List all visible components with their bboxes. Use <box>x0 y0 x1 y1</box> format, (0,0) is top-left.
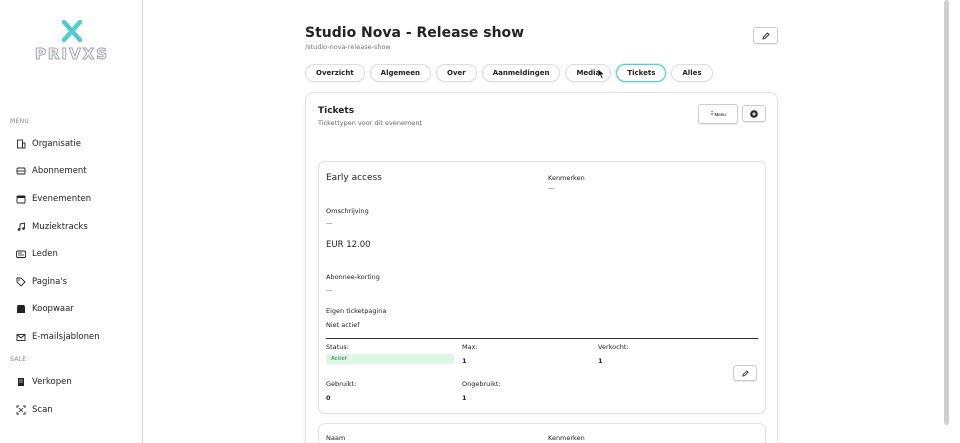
features-label: Kenmerken <box>548 174 585 182</box>
mouse-cursor-icon <box>598 69 606 79</box>
logo-text: PRIVXS <box>34 45 110 64</box>
tab-overzicht[interactable]: Overzicht <box>305 64 365 82</box>
ticket-price: EUR 12.00 <box>326 240 371 250</box>
card-subtitle: Tickettypen voor dit evenement <box>318 119 422 127</box>
inbox-icon <box>16 166 26 176</box>
name-label: Naam <box>326 434 346 442</box>
edit-event-button[interactable] <box>753 27 778 44</box>
tab-tickets[interactable]: Tickets <box>616 64 667 82</box>
tickets-card: Tickets Tickettypen voor dit evenement ⠿… <box>305 92 778 443</box>
menu-icon: ⠿ <box>710 111 714 116</box>
ticket-item: Naam Kenmerken <box>318 423 766 443</box>
sidebar-item-label: Evenementen <box>32 194 92 204</box>
plus-circle-icon <box>750 109 758 118</box>
tab-over[interactable]: Over <box>436 64 477 82</box>
tag-icon <box>16 277 26 287</box>
sidebar-item-koopwaar[interactable]: Koopwaar <box>16 301 74 317</box>
used-label: Gebruikt: <box>326 380 357 388</box>
receipt-icon <box>16 377 26 387</box>
sidebar-item-label: Pagina's <box>32 277 68 287</box>
box-icon <box>16 304 26 314</box>
id-card-icon <box>16 249 26 259</box>
calendar-icon <box>16 194 26 204</box>
own-page-label: Eigen ticketpagina <box>326 307 387 315</box>
status-badge: Actief <box>326 354 454 364</box>
tab-algemeen[interactable]: Algemeen <box>369 64 432 82</box>
max-value: 1 <box>462 357 467 365</box>
sidebar-item-evenementen[interactable]: Evenementen <box>16 191 91 207</box>
music-icon <box>16 222 26 232</box>
tab-aanmeldingen[interactable]: Aanmeldingen <box>481 64 561 82</box>
description-label: Omschrijving <box>326 207 369 215</box>
section-label-sale: SALE <box>10 356 27 363</box>
sidebar-item-label: Leden <box>32 249 58 259</box>
edit-ticket-button[interactable] <box>733 365 757 381</box>
sidebar-item-muziektracks[interactable]: Muziektracks <box>16 219 88 235</box>
unused-value: 1 <box>462 394 467 402</box>
scan-icon <box>16 405 26 415</box>
own-page-value: Niet actief <box>326 321 360 329</box>
pencil-icon <box>761 31 770 40</box>
menu-button-label: Menu <box>714 111 726 117</box>
sidebar-item-label: Scan <box>32 405 53 415</box>
sidebar-item-scan[interactable]: Scan <box>16 402 53 418</box>
features-label: Kenmerken <box>548 434 585 442</box>
sold-value: 1 <box>598 357 603 365</box>
sidebar: PRIVXS MENU Organisatie Abonnement Evene… <box>0 0 143 443</box>
tab-bar: Overzicht Algemeen Over Aanmeldingen Med… <box>305 64 713 84</box>
page-slug: /studio-nova-release-show <box>305 43 391 51</box>
description-value: — <box>326 219 333 227</box>
sidebar-item-label: Muziektracks <box>32 222 88 232</box>
sidebar-item-verkopen[interactable]: Verkopen <box>16 374 72 390</box>
sidebar-item-organisatie[interactable]: Organisatie <box>16 136 81 152</box>
pencil-icon <box>741 369 749 377</box>
sidebar-item-label: Koopwaar <box>32 304 74 314</box>
sidebar-item-abonnement[interactable]: Abonnement <box>16 163 87 179</box>
add-ticket-button[interactable] <box>742 105 766 122</box>
sidebar-item-label: Abonnement <box>32 166 87 176</box>
used-value: 0 <box>326 394 331 402</box>
card-title: Tickets <box>318 106 355 116</box>
sidebar-item-label: Organisatie <box>32 139 81 149</box>
sidebar-item-label: Verkopen <box>32 377 72 387</box>
section-label-menu: MENU <box>10 118 30 125</box>
max-label: Max: <box>462 343 478 351</box>
discount-label: Abonnee-korting <box>326 273 380 281</box>
sidebar-item-paginas[interactable]: Pagina's <box>16 274 67 290</box>
sidebar-item-emailsjablonen[interactable]: E-mailsjablonen <box>16 329 100 345</box>
ticket-name: Early access <box>326 173 382 183</box>
mail-icon <box>16 332 26 342</box>
ticket-item: Early access Kenmerken — Omschrijving — … <box>318 161 766 414</box>
status-label: Status: <box>326 343 349 351</box>
scrollbar[interactable] <box>944 0 949 425</box>
logo[interactable]: PRIVXS <box>34 20 110 64</box>
building-icon <box>16 139 26 149</box>
divider <box>326 338 758 339</box>
features-value: — <box>548 184 555 192</box>
sidebar-item-leden[interactable]: Leden <box>16 246 58 262</box>
sold-label: Verkocht: <box>598 343 629 351</box>
page-title: Studio Nova - Release show <box>305 25 525 41</box>
menu-button[interactable]: ⠿ Menu <box>698 104 738 124</box>
sidebar-item-label: E-mailsjablonen <box>32 332 100 342</box>
unused-label: Ongebruikt: <box>462 380 501 388</box>
discount-value: — <box>326 286 333 294</box>
tab-alles[interactable]: Alles <box>671 64 713 82</box>
